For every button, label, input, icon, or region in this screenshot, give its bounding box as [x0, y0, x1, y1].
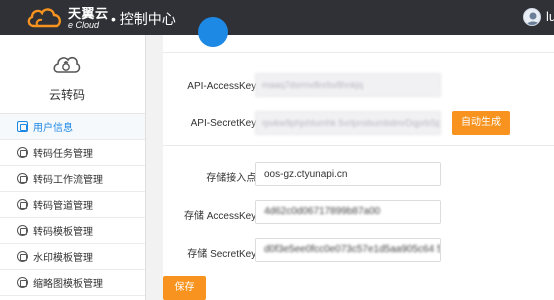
username[interactable]: lu: [546, 9, 554, 24]
task-icon: [17, 147, 28, 158]
thumbnail-icon: [17, 277, 28, 288]
title-separator: •: [111, 11, 116, 27]
pipeline-icon: [17, 199, 28, 210]
console-title[interactable]: • 控制中心: [111, 9, 176, 29]
top-header: 天翼云 e Cloud • 控制中心 lu: [0, 0, 554, 35]
sidebar-item-label: 转码模板管理: [33, 227, 93, 238]
storage-access-key-input[interactable]: 4d62c0d06717899b87a00: [255, 200, 441, 224]
save-button[interactable]: 保存: [163, 276, 206, 300]
main-content: API-AccessKey: maaq7dsrmv8nrbv8hnkjq API…: [147, 17, 554, 300]
console-title-text: 控制中心: [119, 11, 176, 27]
brand-name: 天翼云: [68, 5, 109, 21]
profile-avatar: [198, 17, 228, 47]
sidebar-item-watermark-management[interactable]: 水印模板管理: [0, 244, 145, 270]
auto-generate-button[interactable]: 自动生成: [452, 111, 510, 135]
storage-secret-key-label: 存储 SecretKey:: [187, 249, 259, 260]
api-access-key-field: maaq7dsrmv8nrbv8hnkjq: [255, 73, 441, 97]
brand-logo[interactable]: 天翼云 e Cloud: [26, 5, 109, 31]
sidebar-item-label: 用户信息: [33, 123, 73, 134]
api-secret-key-field: rpvkw9phjxhlumhk 5vrlpnsbumbdmrDqprbSpAh…: [255, 111, 441, 135]
template-icon: [17, 225, 28, 236]
workflow-icon: [17, 173, 28, 184]
storage-access-key-value: 4d62c0d06717899b87a00: [264, 206, 381, 217]
sidebar-item-template-management[interactable]: 转码模板管理: [0, 218, 145, 244]
watermark-icon: [17, 251, 28, 262]
api-secret-key-label: API-SecretKey:: [190, 118, 259, 129]
user-card-icon: [17, 121, 28, 132]
storage-secret-key-input[interactable]: d0f3e5ee0fcc0e073c57e1d5aa905c64 564e6: [255, 238, 441, 262]
cloud-transcode-icon: [53, 56, 81, 73]
sidebar-item-label: 缩略图模板管理: [33, 279, 103, 290]
api-access-key-label: API-AccessKey:: [187, 81, 259, 92]
sidebar-item-pipeline-management[interactable]: 转码管道管理: [0, 192, 145, 218]
sidebar-item-user-info[interactable]: 用户信息: [0, 114, 145, 140]
user-info-card: API-AccessKey: maaq7dsrmv8nrbv8hnkjq API…: [163, 17, 554, 300]
storage-access-key-label: 存储 AccessKey:: [183, 211, 259, 222]
divider: [163, 52, 554, 53]
storage-secret-key-value: d0f3e5ee0fcc0e073c57e1d5aa905c64 564e6: [264, 244, 440, 255]
storage-endpoint-label: 存储接入点:: [206, 173, 259, 184]
sidebar-item-workflow-management[interactable]: 转码工作流管理: [0, 166, 145, 192]
module-title: 云转码: [48, 88, 85, 102]
brand-name-en: e Cloud: [68, 19, 100, 30]
sidebar-item-label: 转码管道管理: [33, 201, 93, 212]
sidebar-item-label: 转码工作流管理: [33, 175, 103, 186]
divider: [163, 145, 554, 146]
storage-endpoint-input[interactable]: [255, 162, 441, 186]
cloud-logo-icon: [27, 8, 62, 28]
sidebar-item-task-management[interactable]: 转码任务管理: [0, 140, 145, 166]
sidebar-item-label: 转码任务管理: [33, 149, 93, 160]
person-icon: [526, 12, 540, 25]
module-header: 云转码: [0, 35, 145, 114]
user-avatar-icon[interactable]: [523, 8, 541, 26]
sidebar-item-label: 水印模板管理: [33, 253, 93, 264]
sidebar-item-thumbnail-management[interactable]: 缩略图模板管理: [0, 270, 145, 296]
sidebar: 云转码 用户信息 转码任务管理 转码工作流管理 转码管道管理 转码模板管理 水印…: [0, 35, 146, 300]
